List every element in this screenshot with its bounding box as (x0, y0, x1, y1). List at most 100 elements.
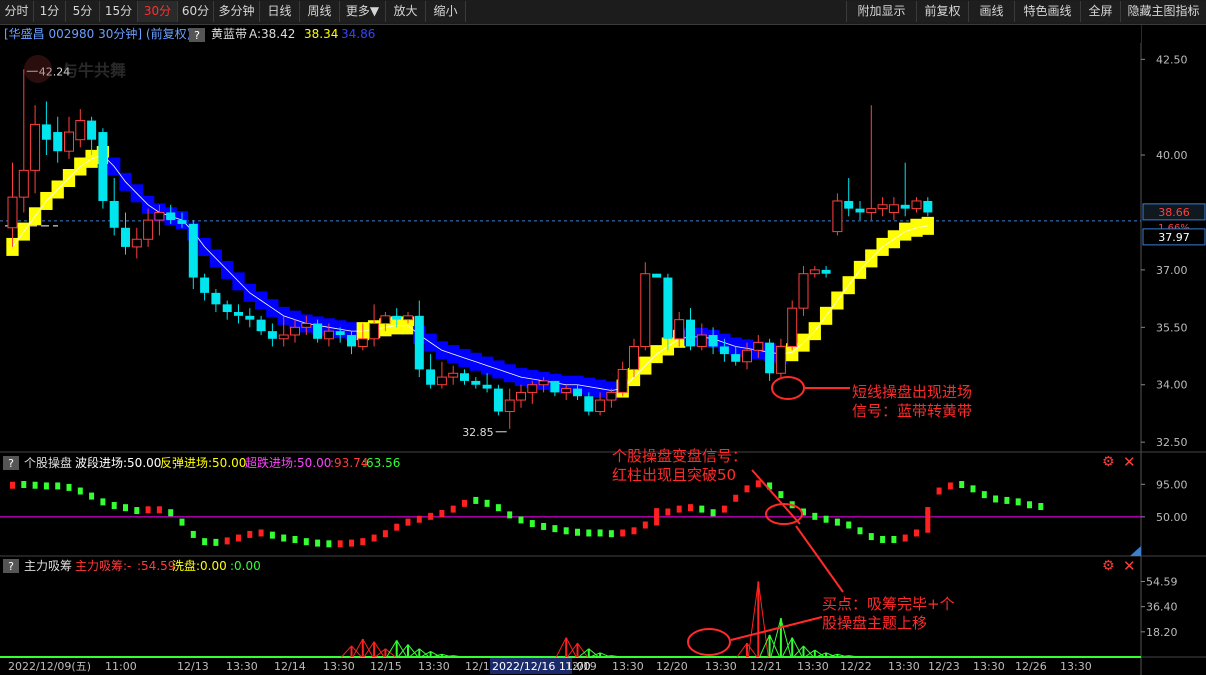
candle-body[interactable] (109, 200, 119, 228)
candle-body[interactable] (18, 169, 29, 198)
candle-body[interactable] (245, 315, 255, 320)
candle-body[interactable] (606, 391, 617, 401)
candle-body[interactable] (516, 391, 526, 401)
osc1-marker (1038, 503, 1044, 511)
resize-corner-icon[interactable] (1130, 546, 1141, 556)
candle-body[interactable] (911, 200, 922, 210)
candle-body[interactable] (53, 132, 63, 152)
chart-canvas[interactable]: 42.5040.0037.0035.5034.0032.5038.661.66%… (0, 0, 1206, 675)
candle-body[interactable] (640, 273, 651, 347)
candle-body[interactable] (436, 376, 447, 386)
candle-body[interactable] (663, 277, 673, 339)
candle-body[interactable] (765, 342, 775, 374)
osc1-marker (224, 537, 230, 545)
candle-body[interactable] (301, 322, 312, 328)
candle-body[interactable] (177, 220, 187, 224)
candle-body[interactable] (855, 208, 865, 213)
candle-body[interactable] (414, 315, 424, 370)
candle-body[interactable] (504, 399, 515, 413)
candle-body[interactable] (448, 372, 459, 378)
osc1-marker (891, 535, 897, 543)
candle-body[interactable] (166, 212, 176, 221)
candle-body[interactable] (267, 331, 277, 339)
candle-body[interactable] (460, 373, 469, 381)
candle-body[interactable] (866, 208, 877, 213)
osc1-marker (529, 520, 535, 528)
candle-body[interactable] (313, 323, 323, 339)
candle-body[interactable] (877, 204, 888, 210)
candle-body[interactable] (708, 334, 718, 347)
candle-body[interactable] (154, 211, 165, 221)
candle-body[interactable] (426, 369, 436, 385)
candle-body[interactable] (550, 380, 560, 393)
candle-body[interactable] (278, 334, 289, 340)
candle-body[interactable] (719, 346, 729, 355)
candle-body[interactable] (335, 331, 345, 335)
candle-body[interactable] (832, 200, 843, 233)
candle-body[interactable] (30, 123, 41, 171)
candle-body[interactable] (787, 307, 798, 347)
candle-body[interactable] (347, 334, 356, 347)
candle-body[interactable] (143, 219, 154, 240)
candle-body[interactable] (131, 238, 142, 248)
candle-body[interactable] (188, 223, 198, 278)
osc1-tick-label: 50.00 (1156, 511, 1188, 524)
candle-body[interactable] (323, 330, 334, 340)
candle-body[interactable] (629, 345, 639, 370)
candle-body[interactable] (7, 196, 18, 229)
candle-body[interactable] (256, 319, 266, 332)
osc1-marker (608, 530, 614, 538)
candle-body[interactable] (538, 380, 549, 386)
candle-body[interactable] (290, 326, 300, 336)
candle-body[interactable] (561, 388, 572, 393)
candle-body[interactable] (200, 277, 210, 293)
candle-body[interactable] (234, 312, 243, 316)
osc1-marker (823, 515, 829, 523)
candle-body[interactable] (888, 204, 899, 213)
candle-body[interactable] (674, 319, 685, 340)
candle-body[interactable] (222, 304, 232, 312)
candle-body[interactable] (493, 388, 503, 412)
candle-body[interactable] (403, 315, 413, 321)
candle-body[interactable] (923, 200, 933, 213)
candle-body[interactable] (527, 384, 538, 393)
candle-body[interactable] (844, 200, 854, 209)
candle-body[interactable] (64, 131, 74, 152)
candle-body[interactable] (652, 273, 662, 278)
candle-body[interactable] (686, 319, 695, 347)
candle-body[interactable] (798, 273, 809, 309)
osc1-marker (552, 525, 558, 533)
candle-body[interactable] (369, 322, 380, 340)
candle-body[interactable] (471, 380, 481, 385)
osc1-marker (145, 506, 151, 514)
time-axis-label: 13:30 (418, 660, 450, 673)
candle-body[interactable] (211, 292, 221, 305)
candle-body[interactable] (595, 399, 606, 413)
close-pane-icon[interactable]: ✕ (1123, 455, 1136, 470)
settings-gear-icon[interactable]: ⚙ (1102, 455, 1115, 469)
candle-body[interactable] (392, 315, 402, 320)
candle-body[interactable] (41, 124, 51, 140)
candle-body[interactable] (696, 334, 707, 347)
candle-body[interactable] (98, 132, 108, 201)
candle-body[interactable] (821, 269, 831, 274)
close-pane-icon[interactable]: ✕ (1123, 559, 1136, 574)
candle-body[interactable] (482, 384, 492, 389)
candle-body[interactable] (75, 120, 86, 141)
candle-body[interactable] (775, 345, 786, 374)
osc1-marker (699, 505, 705, 513)
candle-body[interactable] (121, 227, 130, 247)
candle-body[interactable] (87, 120, 97, 140)
settings-gear-icon[interactable]: ⚙ (1102, 559, 1115, 573)
candle-body[interactable] (900, 204, 910, 209)
candle-body[interactable] (584, 396, 594, 412)
candle-body[interactable] (380, 315, 391, 324)
candle-body[interactable] (573, 388, 582, 397)
candle-body[interactable] (809, 269, 820, 275)
osc1-marker (315, 539, 321, 547)
candle-body[interactable] (753, 342, 764, 351)
candle-body[interactable] (617, 368, 628, 393)
candle-body[interactable] (742, 349, 752, 363)
candle-body[interactable] (731, 354, 741, 362)
candle-body[interactable] (357, 338, 368, 347)
